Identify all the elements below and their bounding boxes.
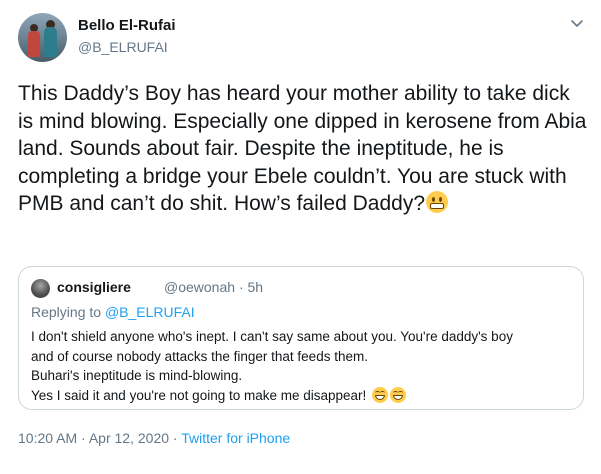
meta-separator: · [238, 279, 244, 295]
author-display-name[interactable]: Bello El-Rufai [78, 17, 176, 34]
quoted-line: Yes I said it and you're not going to ma… [31, 387, 367, 403]
replying-to-label: Replying to [31, 304, 102, 320]
quoted-tweet-text: I don't shield anyone who's inept. I can… [31, 327, 571, 405]
grinning-squinting-face-icon [372, 386, 389, 403]
footer-separator: · [172, 430, 178, 446]
quoted-line: Buhari's ineptitude is mind-blowing. [31, 368, 243, 383]
tweet-text-content: This Daddy’s Boy has heard your mother a… [18, 82, 593, 215]
grinning-squinting-face-icon [390, 386, 407, 403]
author-avatar[interactable] [18, 13, 67, 62]
tweet: Bello El-Rufai @B_ELRUFAI This Daddy’s B… [0, 0, 601, 474]
footer-separator: · [81, 430, 86, 446]
quoted-tweet-meta: @oewonah · 5h [164, 279, 263, 295]
quoted-author-avatar [31, 279, 50, 298]
tweet-date[interactable]: Apr 12, 2020 [89, 430, 169, 446]
tweet-source[interactable]: Twitter for iPhone [181, 430, 290, 446]
quoted-author-display-name: consigliere [57, 279, 131, 295]
tweet-footer: 10:20 AM · Apr 12, 2020 · Twitter for iP… [18, 430, 290, 446]
chevron-down-icon[interactable] [570, 19, 584, 29]
quoted-line: and of course nobody attacks the finger … [31, 348, 368, 364]
quoted-author-handle: @oewonah [164, 279, 236, 295]
quoted-tweet[interactable]: consigliere @oewonah · 5h Replying to @B… [18, 266, 584, 410]
tweet-time[interactable]: 10:20 AM [18, 430, 77, 446]
tweet-text: This Daddy’s Boy has heard your mother a… [18, 80, 590, 218]
author-handle[interactable]: @B_ELRUFAI [78, 39, 168, 55]
quoted-line: I don't shield anyone who's inept. I can… [31, 329, 513, 344]
quoted-tweet-age: 5h [247, 279, 264, 295]
quoted-line-last: Yes I said it and you're not going to ma… [31, 386, 571, 406]
replying-to-handle[interactable]: @B_ELRUFAI [105, 304, 195, 320]
replying-to: Replying to @B_ELRUFAI [31, 304, 195, 320]
grimacing-face-icon [426, 191, 448, 213]
